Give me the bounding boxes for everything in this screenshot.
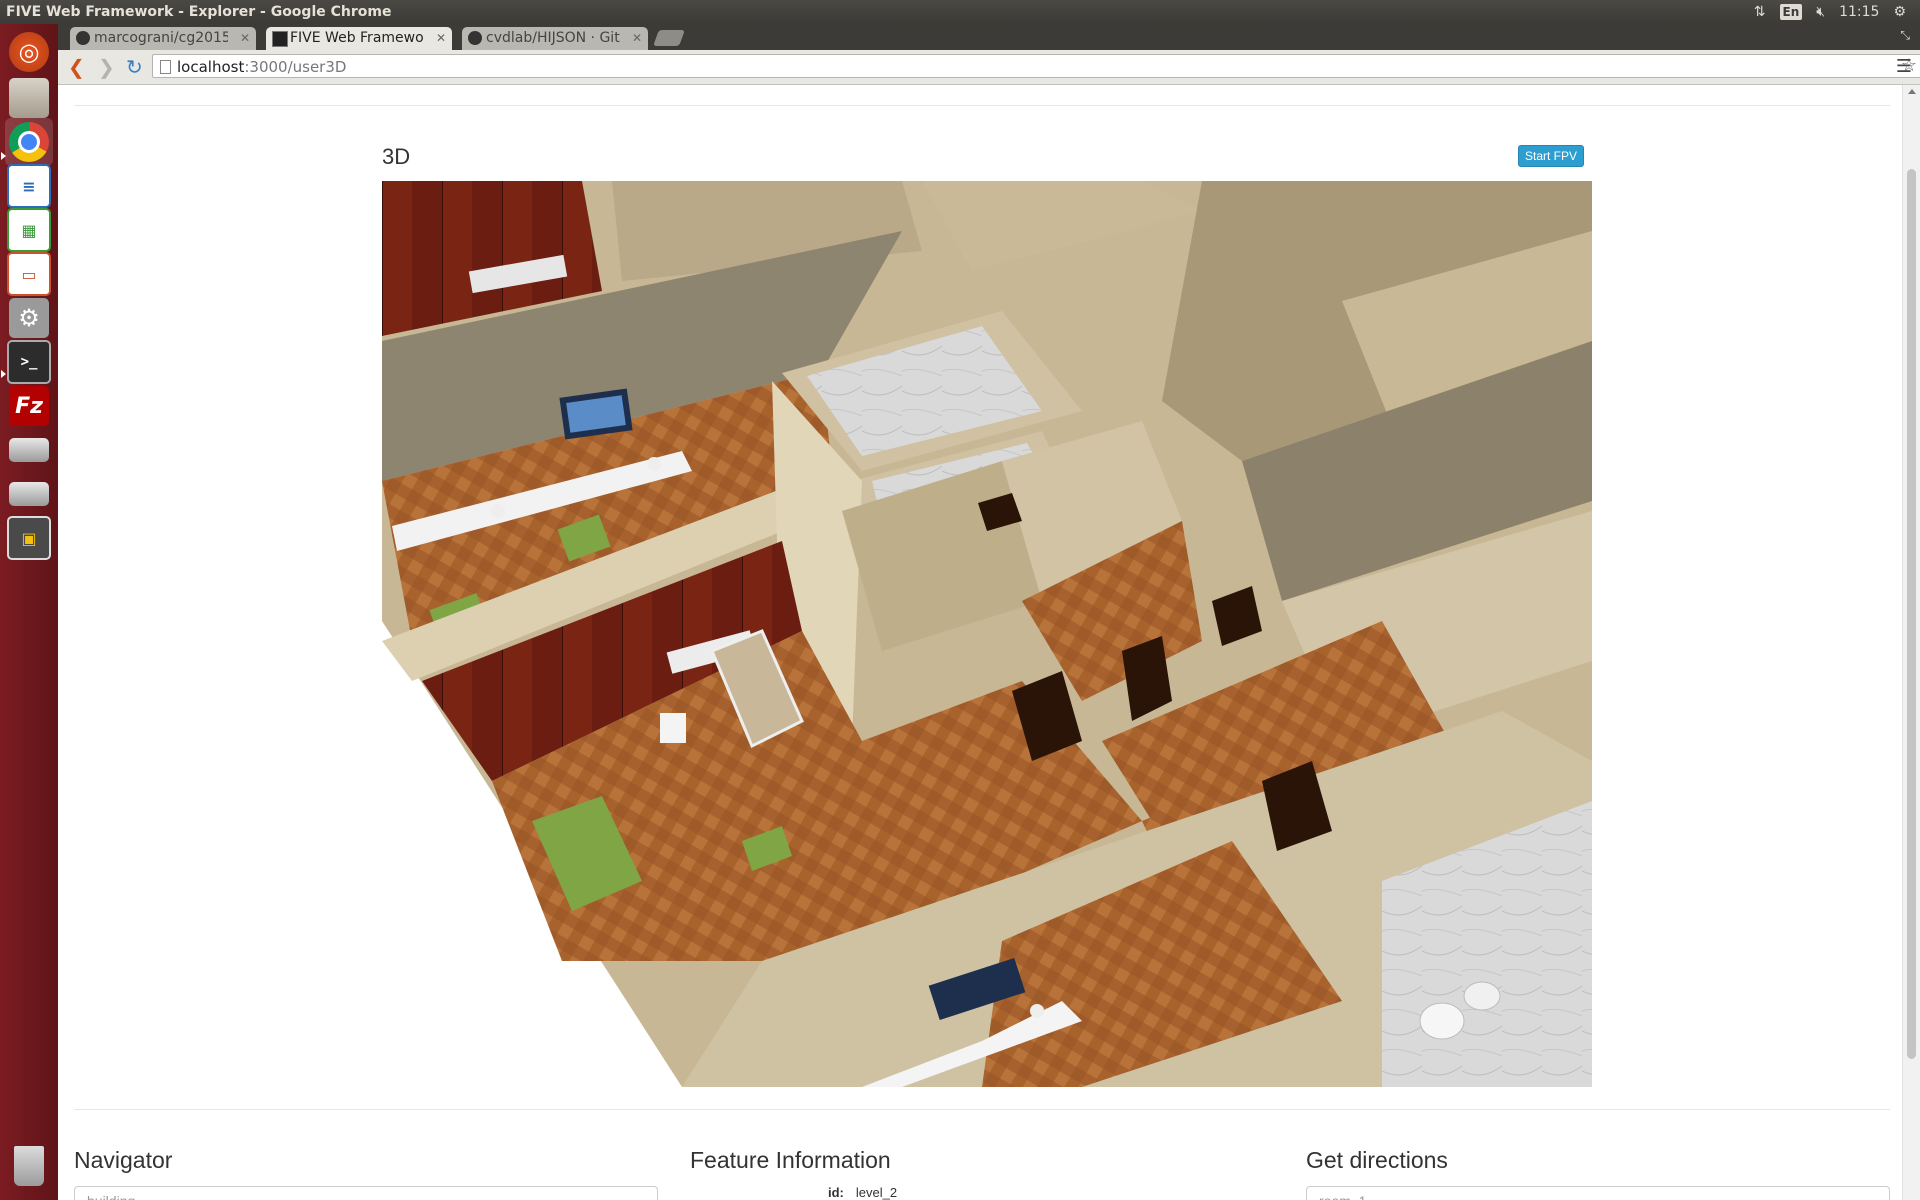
close-tab-icon[interactable]: ✕ [632, 27, 642, 50]
3d-floorplan-render [382, 181, 1592, 1087]
tab-marcograni-cg2015[interactable]: marcograni/cg2015 ✕ [70, 27, 256, 50]
tab-cvdlab-hijson[interactable]: cvdlab/HIJSON · Git ✕ [462, 27, 648, 50]
3d-viewer-canvas[interactable] [382, 181, 1592, 1087]
ubuntu-logo-icon: ◎ [9, 32, 49, 72]
dash-home-button[interactable]: ◎ [5, 28, 53, 76]
close-tab-icon[interactable]: ✕ [436, 27, 446, 50]
feature-id-label: id: [828, 1185, 844, 1200]
launcher-trash[interactable] [5, 1142, 53, 1190]
url-path: :3000/user3D [244, 58, 347, 76]
volume-muted-icon[interactable]: 🔇︎ [1816, 0, 1825, 24]
close-tab-icon[interactable]: ✕ [240, 27, 250, 50]
tab-label: marcograni/cg2015 [94, 30, 228, 46]
launcher-settings[interactable]: ⚙ [5, 294, 53, 342]
workspace-switcher-icon: ▣ [7, 516, 51, 560]
github-icon [76, 31, 90, 45]
forward-arrow-icon[interactable]: ❯ [98, 56, 115, 78]
system-tray: ⇅ En 🔇︎ 11:15 ⚙ [1754, 0, 1920, 24]
feature-id-row: id: level_2 [828, 1185, 897, 1200]
window-restore-icon[interactable]: ⤡ [1900, 28, 1910, 43]
launcher-chrome[interactable] [5, 118, 53, 166]
new-tab-button[interactable] [653, 30, 685, 46]
browser-toolbar: ❮ ❯ ↻ localhost:3000/user3D ☆ ☰ [58, 50, 1920, 85]
get-directions-title: Get directions [1306, 1147, 1448, 1173]
file-cabinet-icon [9, 78, 49, 118]
github-icon [468, 31, 482, 45]
divider [74, 105, 1890, 106]
launcher-filezilla[interactable]: Fz [5, 382, 53, 430]
page-icon [272, 31, 288, 47]
drive-icon [9, 438, 49, 462]
navigator-select[interactable]: building [74, 1186, 658, 1200]
terminal-icon: >_ [7, 340, 51, 384]
scrollbar-thumb[interactable] [1907, 169, 1916, 1059]
reload-icon[interactable]: ↻ [126, 56, 143, 78]
launcher-drive-2[interactable] [5, 470, 53, 518]
page-info-icon[interactable] [160, 60, 171, 74]
chrome-menu-icon[interactable]: ☰ [1896, 56, 1912, 77]
url-host: localhost [177, 58, 245, 76]
calc-spreadsheet-icon: ▦ [7, 208, 51, 252]
writer-document-icon: ≡ [7, 164, 51, 208]
unity-launcher: ◎ ≡ ▦ ▭ ⚙ >_ Fz ▣ [0, 24, 59, 1200]
session-gear-icon[interactable]: ⚙ [1893, 0, 1906, 24]
feature-id-value: level_2 [855, 1185, 898, 1200]
filezilla-icon: Fz [9, 386, 49, 426]
tab-label: FIVE Web Framewor [290, 30, 424, 46]
impress-presentation-icon: ▭ [7, 252, 51, 296]
trash-icon [14, 1146, 44, 1186]
section-title-3d: 3D [382, 144, 411, 169]
chrome-icon [9, 122, 49, 162]
tab-label: cvdlab/HIJSON · Git [486, 30, 620, 46]
feature-information-title: Feature Information [690, 1147, 891, 1173]
start-fpv-button[interactable]: Start FPV [1518, 145, 1585, 167]
launcher-drive-1[interactable] [5, 426, 53, 474]
window-title: FIVE Web Framework - Explorer - Google C… [6, 4, 392, 20]
top-panel: FIVE Web Framework - Explorer - Google C… [0, 0, 1920, 24]
launcher-files[interactable] [5, 74, 53, 122]
system-settings-icon: ⚙ [9, 298, 49, 338]
back-arrow-icon[interactable]: ❮ [68, 56, 85, 78]
directions-select[interactable]: room_1 [1306, 1186, 1890, 1200]
keyboard-layout-indicator[interactable]: En [1779, 4, 1803, 20]
page-scrollbar[interactable] [1902, 85, 1920, 1200]
launcher-calc[interactable]: ▦ [5, 206, 53, 254]
tab-strip: marcograni/cg2015 ✕ FIVE Web Framewor ✕ … [58, 24, 1920, 50]
launcher-terminal[interactable]: >_ [5, 338, 53, 386]
drive-icon [9, 482, 49, 506]
address-bar[interactable]: localhost:3000/user3D ☆ [152, 54, 1920, 78]
network-icon[interactable]: ⇅ [1754, 0, 1766, 24]
launcher-workspaces[interactable]: ▣ [5, 514, 53, 562]
divider [74, 1109, 1890, 1110]
launcher-impress[interactable]: ▭ [5, 250, 53, 298]
clock[interactable]: 11:15 [1839, 0, 1879, 24]
page-viewport: 3D Start FPV Navigator Feature Informati… [58, 85, 1902, 1200]
scroll-up-arrow-icon[interactable] [1908, 89, 1916, 94]
launcher-writer[interactable]: ≡ [5, 162, 53, 210]
navigator-title: Navigator [74, 1147, 173, 1173]
tab-five-web-framework[interactable]: FIVE Web Framewor ✕ [266, 27, 452, 50]
